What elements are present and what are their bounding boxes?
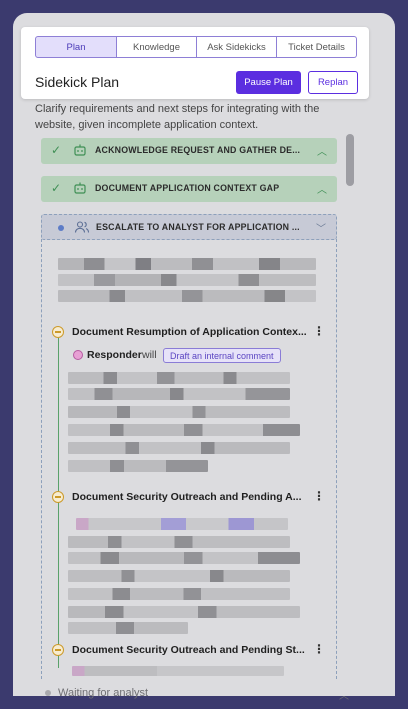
step-escalate-to-analyst[interactable]: ESCALATE TO ANALYST FOR APPLICATION ... … [41,214,337,240]
step-label: ESCALATE TO ANALYST FOR APPLICATION ... [96,222,300,232]
more-options-icon[interactable]: ⋮ [313,489,325,503]
plan-header-card: Plan Knowledge Ask Sidekicks Ticket Deta… [21,27,369,99]
plan-description: Clarify requirements and next steps for … [35,103,320,131]
redacted-text [68,570,290,582]
substep-title[interactable]: Document Security Outreach and Pending S… [72,644,305,656]
redacted-text [68,552,300,564]
status-dot-icon [58,225,64,231]
redacted-text [68,388,290,400]
redacted-text [68,424,300,436]
redacted-text [58,290,316,302]
redacted-text [58,258,316,270]
more-options-icon[interactable]: ⋮ [313,324,325,338]
step-label: DOCUMENT APPLICATION CONTEXT GAP [95,183,280,193]
tab-plan[interactable]: Plan [35,36,117,58]
redacted-text [68,588,290,600]
waiting-status: Waiting for analyst [58,687,149,699]
substep-title[interactable]: Document Resumption of Application Conte… [72,326,307,338]
scrollbar[interactable] [346,134,354,186]
redacted-text [72,666,284,676]
redacted-text [68,442,290,454]
replan-button[interactable]: Replan [308,71,358,94]
redacted-text [76,518,288,530]
chevron-up-icon[interactable]: ︿ [317,181,327,196]
chevron-up-icon[interactable]: ︿ [317,143,327,158]
robot-icon [74,182,86,194]
step-document-context-gap[interactable]: ✓ DOCUMENT APPLICATION CONTEXT GAP ︿ [41,176,337,202]
check-icon: ✓ [51,181,62,195]
timeline-line [58,338,59,668]
redacted-text [68,622,188,634]
chevron-down-icon[interactable]: ﹀ [316,220,326,235]
responder-avatar-icon [73,350,83,360]
redacted-text [68,372,290,384]
tab-ask-sidekicks[interactable]: Ask Sidekicks [197,36,277,58]
status-dot-icon [45,690,51,696]
tab-ticket-details[interactable]: Ticket Details [277,36,357,58]
responder-name: Responder [87,349,142,361]
redacted-text [68,406,290,418]
substep-title[interactable]: Document Security Outreach and Pending A… [72,491,301,503]
redacted-text [68,460,208,472]
redacted-text [58,274,316,286]
step-acknowledge-request[interactable]: ✓ ACKNOWLEDGE REQUEST AND GATHER DE... ︿ [41,138,337,164]
substep-status-icon [52,326,64,338]
action-chip[interactable]: Draft an internal comment [163,348,281,363]
substep-status-icon [52,644,64,656]
page-title: Sidekick Plan [35,74,120,90]
substep-status-icon [52,491,64,503]
people-icon [74,221,90,233]
chevron-up-icon[interactable]: ︿ [339,687,349,702]
check-icon: ✓ [51,143,62,157]
more-options-icon[interactable]: ⋮ [313,642,325,656]
pause-plan-button[interactable]: Pause Plan [236,71,301,94]
redacted-text [68,536,290,548]
tab-bar: Plan Knowledge Ask Sidekicks Ticket Deta… [35,36,357,58]
tab-knowledge[interactable]: Knowledge [117,36,197,58]
robot-icon [74,144,86,156]
responder-verb: will [142,349,157,361]
redacted-text [68,606,300,618]
step-label: ACKNOWLEDGE REQUEST AND GATHER DE... [95,145,301,155]
